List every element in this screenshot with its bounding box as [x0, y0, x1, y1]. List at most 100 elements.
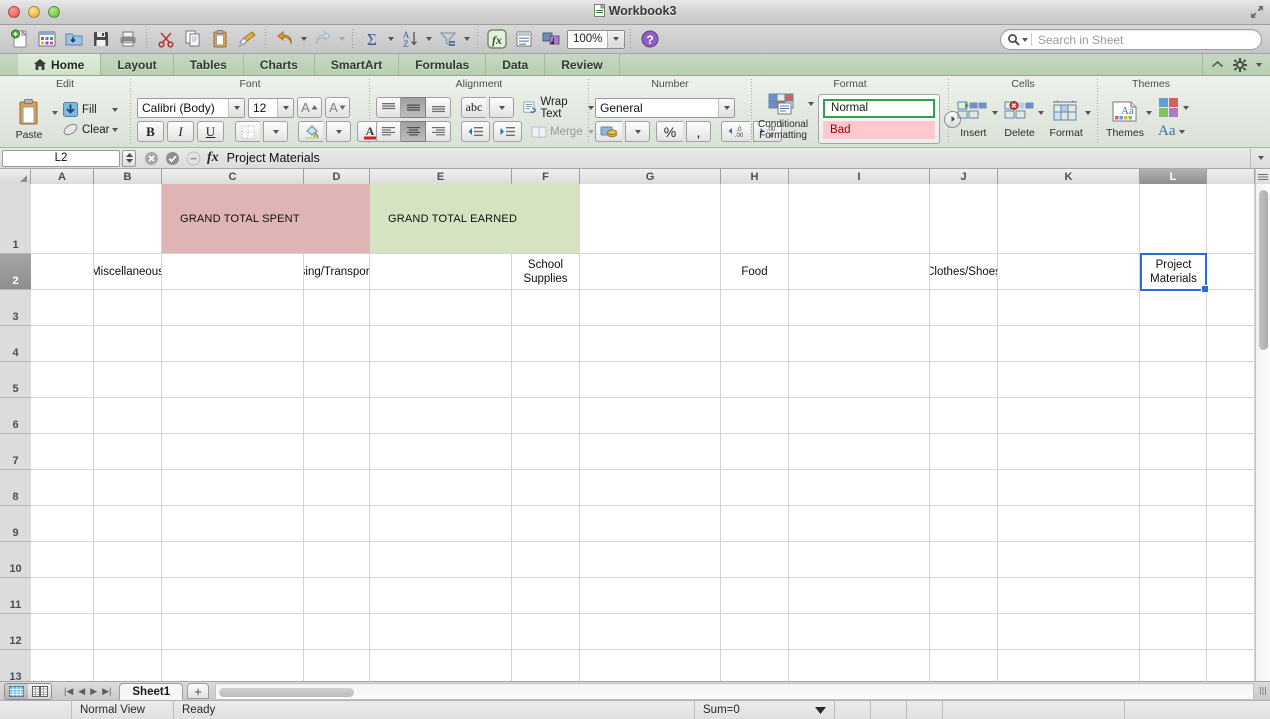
cell-L12[interactable]	[1140, 614, 1207, 650]
cell-D10[interactable]	[304, 542, 370, 578]
cell-G11[interactable]	[580, 578, 721, 614]
cell-C5[interactable]	[162, 362, 304, 398]
cell-M13[interactable]	[1207, 650, 1255, 681]
cell-H11[interactable]	[721, 578, 789, 614]
cell-C1-grand-total-spent[interactable]: GRAND TOTAL SPENT	[162, 184, 370, 254]
cell-C11[interactable]	[162, 578, 304, 614]
cell-D9[interactable]	[304, 506, 370, 542]
cell-G10[interactable]	[580, 542, 721, 578]
cell-J5[interactable]	[930, 362, 998, 398]
tab-formulas[interactable]: Formulas	[399, 54, 486, 75]
cell-E2[interactable]	[370, 254, 512, 290]
row-header-4[interactable]: 4	[0, 326, 31, 362]
indent-increase-icon[interactable]	[493, 121, 522, 142]
cell-G3[interactable]	[580, 290, 721, 326]
cell-L4[interactable]	[1140, 326, 1207, 362]
horizontal-scrollbar[interactable]	[215, 683, 1254, 700]
cell-I4[interactable]	[789, 326, 930, 362]
cell-K6[interactable]	[998, 398, 1140, 434]
cell-B8[interactable]	[94, 470, 162, 506]
cell-A5[interactable]	[31, 362, 94, 398]
new-document-icon[interactable]	[6, 27, 33, 52]
nav-first-sheet-icon[interactable]: |◀	[64, 686, 73, 697]
format-cells-button[interactable]: Format	[1047, 100, 1085, 139]
cell-A3[interactable]	[31, 290, 94, 326]
cell-styles-gallery[interactable]: Normal Bad	[818, 94, 940, 144]
cell-F13[interactable]	[512, 650, 580, 681]
cell-F5[interactable]	[512, 362, 580, 398]
font-name-combo[interactable]: Calibri (Body)	[137, 98, 245, 118]
row-header-13[interactable]: 13	[0, 650, 31, 681]
row-header-6[interactable]: 6	[0, 398, 31, 434]
vertical-scrollbar[interactable]	[1255, 184, 1270, 681]
cell-E6[interactable]	[370, 398, 512, 434]
number-format-combo[interactable]: General	[595, 98, 735, 118]
cell-M10[interactable]	[1207, 542, 1255, 578]
cell-A8[interactable]	[31, 470, 94, 506]
cell-L8[interactable]	[1140, 470, 1207, 506]
tab-data[interactable]: Data	[486, 54, 545, 75]
cell-A9[interactable]	[31, 506, 94, 542]
cell-I5[interactable]	[789, 362, 930, 398]
conditional-formatting-button[interactable]: Conditional Formatting	[758, 93, 808, 141]
sort-az-icon[interactable]: AZ	[396, 27, 423, 52]
cell-E1-grand-total-earned[interactable]: GRAND TOTAL EARNED	[370, 184, 580, 254]
row-header-7[interactable]: 7	[0, 434, 31, 470]
tab-layout[interactable]: Layout	[101, 54, 173, 75]
cell-G6[interactable]	[580, 398, 721, 434]
cell-K8[interactable]	[998, 470, 1140, 506]
row-header-8[interactable]: 8	[0, 470, 31, 506]
cell-D6[interactable]	[304, 398, 370, 434]
cell-K2[interactable]	[998, 254, 1140, 290]
select-all-corner[interactable]	[0, 169, 31, 184]
font-size-dropdown-icon[interactable]	[277, 99, 293, 117]
cell-H10[interactable]	[721, 542, 789, 578]
indent-decrease-icon[interactable]	[461, 121, 490, 142]
page-layout-view-icon[interactable]	[28, 684, 51, 699]
cell-K11[interactable]	[998, 578, 1140, 614]
cell-L6[interactable]	[1140, 398, 1207, 434]
resize-grip-icon[interactable]	[1256, 683, 1270, 700]
collapse-formula-bar-icon[interactable]	[186, 151, 201, 166]
cell-G12[interactable]	[580, 614, 721, 650]
template-gallery-icon[interactable]	[33, 27, 60, 52]
clear-dropdown-icon[interactable]	[112, 128, 118, 132]
cell-L5[interactable]	[1140, 362, 1207, 398]
clear-button[interactable]: Clear	[62, 121, 118, 138]
cell-F6[interactable]	[512, 398, 580, 434]
cell-H3[interactable]	[721, 290, 789, 326]
sigma-icon[interactable]: Σ	[358, 27, 385, 52]
cell-L2-selected[interactable]: Project Materials	[1140, 253, 1207, 291]
wrap-text-button[interactable]: Wrap Text	[523, 97, 594, 118]
theme-colors-icon[interactable]	[1158, 97, 1180, 118]
sheet-tab-sheet1[interactable]: Sheet1	[119, 683, 183, 700]
status-sum-dropdown-icon[interactable]	[815, 707, 826, 714]
bold-button[interactable]: B	[137, 121, 164, 142]
cell-K13[interactable]	[998, 650, 1140, 681]
cell-F11[interactable]	[512, 578, 580, 614]
cell-E9[interactable]	[370, 506, 512, 542]
cell-C6[interactable]	[162, 398, 304, 434]
cell-A7[interactable]	[31, 434, 94, 470]
cell-H4[interactable]	[721, 326, 789, 362]
font-name-dropdown-icon[interactable]	[228, 99, 244, 117]
number-format-dropdown-icon[interactable]	[718, 99, 734, 117]
media-browser-icon[interactable]	[537, 27, 564, 52]
printer-icon[interactable]	[114, 27, 141, 52]
cell-F2[interactable]: School Supplies	[512, 254, 580, 290]
cell-C8[interactable]	[162, 470, 304, 506]
search-scope-dropdown-icon[interactable]	[1022, 38, 1028, 42]
align-left-icon[interactable]	[376, 121, 401, 142]
cell-I7[interactable]	[789, 434, 930, 470]
conditional-formatting-dropdown-icon[interactable]	[808, 102, 814, 106]
cell-A6[interactable]	[31, 398, 94, 434]
cell-D8[interactable]	[304, 470, 370, 506]
cell-J10[interactable]	[930, 542, 998, 578]
help-icon[interactable]: ?	[636, 27, 663, 52]
cell-style-normal[interactable]: Normal	[823, 99, 935, 118]
cell-B3[interactable]	[94, 290, 162, 326]
cell-B4[interactable]	[94, 326, 162, 362]
cell-L13[interactable]	[1140, 650, 1207, 681]
tab-home[interactable]: Home	[18, 54, 101, 75]
magnifier-icon[interactable]	[1007, 33, 1020, 46]
